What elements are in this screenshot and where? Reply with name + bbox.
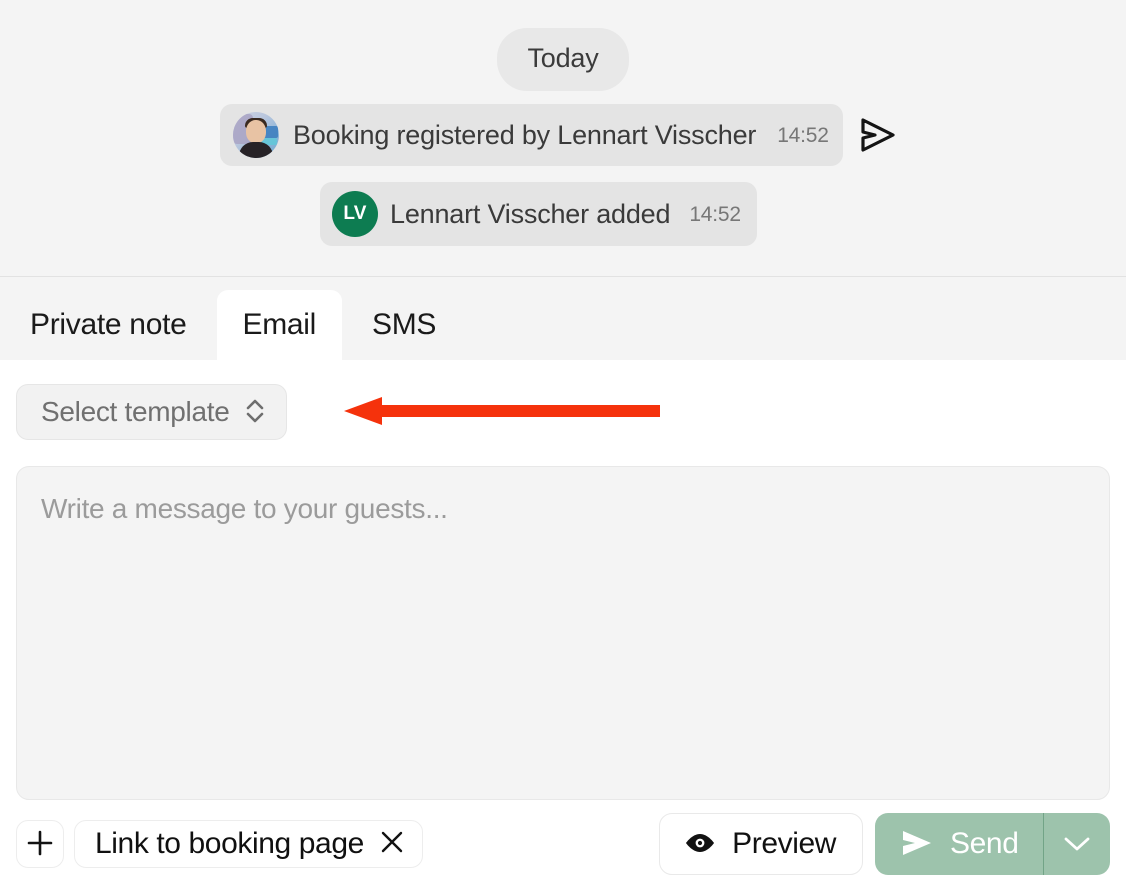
preview-button[interactable]: Preview bbox=[659, 813, 864, 875]
chevron-down-icon bbox=[1062, 833, 1092, 856]
attachment-chip-label: Link to booking page bbox=[95, 827, 364, 860]
close-icon[interactable] bbox=[379, 829, 405, 860]
message-bubble[interactable]: LV Lennart Visscher added 14:52 bbox=[320, 182, 757, 246]
select-template-label: Select template bbox=[41, 396, 230, 427]
message-time: 14:52 bbox=[689, 202, 741, 226]
attachment-chip-link-to-booking-page[interactable]: Link to booking page bbox=[74, 820, 423, 868]
user-avatar-photo bbox=[233, 112, 279, 158]
day-divider-label: Today bbox=[497, 28, 629, 91]
eye-icon bbox=[684, 832, 716, 857]
toolbar-left-group: Link to booking page bbox=[16, 820, 423, 868]
conversation-thread: Today Booking registered by Lennart Viss… bbox=[0, 0, 1126, 277]
chevron-up-down-icon bbox=[244, 396, 266, 429]
message-input[interactable] bbox=[16, 466, 1110, 800]
template-row: Select template bbox=[16, 384, 1110, 440]
avatar: LV bbox=[332, 191, 378, 237]
select-template-dropdown[interactable]: Select template bbox=[16, 384, 287, 440]
message-row: LV Lennart Visscher added 14:52 bbox=[0, 182, 1126, 246]
send-options-button[interactable] bbox=[1044, 813, 1110, 875]
message-text: Lennart Visscher added bbox=[390, 198, 671, 229]
email-composer: Select template bbox=[0, 360, 1126, 802]
day-divider: Today bbox=[0, 28, 1126, 91]
send-label: Send bbox=[950, 827, 1019, 860]
send-icon bbox=[900, 829, 934, 860]
tab-sms[interactable]: SMS bbox=[342, 290, 466, 360]
toolbar-right-group: Preview Send bbox=[659, 813, 1110, 875]
tab-private-note[interactable]: Private note bbox=[0, 290, 217, 360]
send-divider bbox=[1042, 813, 1044, 875]
preview-label: Preview bbox=[732, 827, 837, 860]
message-bubble[interactable]: Booking registered by Lennart Visscher 1… bbox=[220, 104, 843, 166]
message-time: 14:52 bbox=[777, 123, 829, 147]
send-button[interactable]: Send bbox=[875, 813, 1042, 875]
send-button-group: Send bbox=[875, 813, 1110, 875]
message-composer-panel: Today Booking registered by Lennart Viss… bbox=[0, 0, 1126, 896]
add-attachment-button[interactable] bbox=[16, 820, 64, 868]
message-row: Booking registered by Lennart Visscher 1… bbox=[0, 104, 1126, 166]
message-text: Booking registered by Lennart Visscher bbox=[293, 119, 757, 150]
composer-toolbar: Link to booking page Preview Send bbox=[0, 802, 1126, 896]
plus-icon bbox=[25, 828, 55, 861]
send-outline-icon bbox=[859, 104, 897, 166]
composer-tabs: Private note Email SMS bbox=[0, 277, 1126, 360]
tab-email[interactable]: Email bbox=[216, 290, 343, 360]
